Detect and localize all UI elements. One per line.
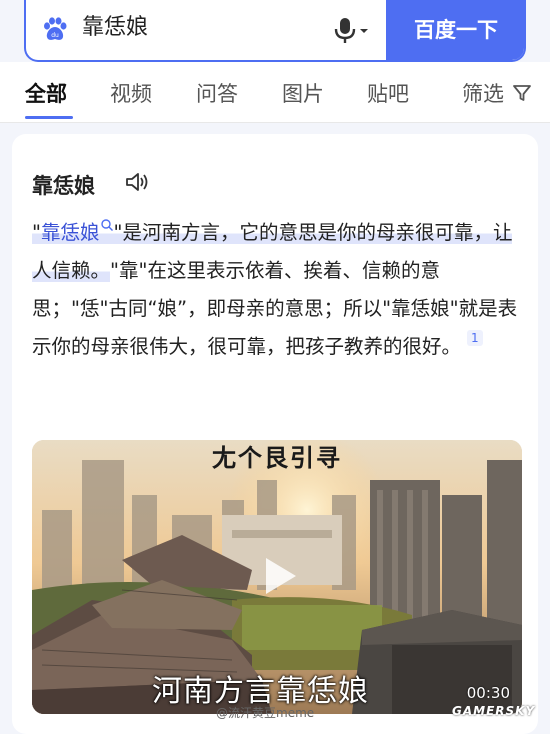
reference-badge[interactable]: 1	[467, 330, 483, 346]
tab-images[interactable]: 图片	[282, 78, 324, 108]
tab-filter[interactable]: 筛选	[462, 78, 504, 108]
tab-qa[interactable]: 问答	[196, 78, 238, 108]
weibo-watermark: @流汗黄豆meme	[216, 706, 315, 720]
quote-mark: "	[32, 221, 41, 244]
video-thumbnail[interactable]: 尢个艮引寻 河南方言靠恁娘 00:30	[32, 440, 522, 714]
play-icon[interactable]	[252, 550, 304, 602]
search-button[interactable]: 百度一下	[386, 0, 524, 60]
video-top-text: 尢个艮引寻	[212, 444, 342, 472]
speaker-icon[interactable]	[124, 170, 150, 194]
tab-video[interactable]: 视频	[110, 78, 152, 108]
baidu-paw-icon: du	[44, 17, 67, 40]
term-link[interactable]: 靠恁娘	[41, 221, 100, 244]
tab-all[interactable]: 全部	[25, 78, 67, 108]
site-watermark: GAMERSKY	[452, 704, 536, 718]
card-title: 靠恁娘	[32, 174, 95, 198]
video-duration: 00:30	[466, 684, 510, 702]
result-card: 靠恁娘 "靠恁娘 "是河南方言，它的意思是你的母亲很可靠，让人信赖。"靠"在这里表…	[12, 134, 538, 734]
svg-text:du: du	[51, 32, 59, 39]
tab-tieba[interactable]: 贴吧	[367, 78, 409, 108]
active-tab-indicator	[25, 116, 73, 119]
tab-bar: 全部 视频 问答 图片 贴吧 筛选	[0, 62, 550, 123]
search-input[interactable]	[82, 6, 332, 50]
filter-icon[interactable]	[512, 83, 532, 103]
definition-text: "靠恁娘 "是河南方言，它的意思是你的母亲很可靠，让人信赖。"靠"在这里表示依着、…	[32, 214, 522, 366]
search-bar: du 百度一下	[24, 0, 526, 62]
search-small-icon[interactable]	[100, 218, 114, 232]
microphone-icon[interactable]	[330, 16, 370, 44]
